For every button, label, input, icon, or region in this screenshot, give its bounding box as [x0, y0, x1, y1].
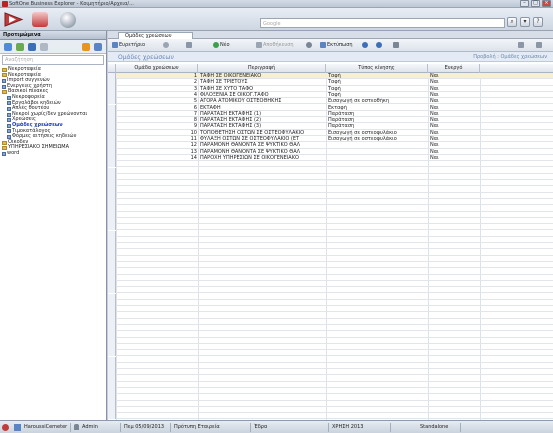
nav-first-button[interactable]	[362, 42, 368, 48]
document-icon	[7, 95, 11, 100]
data-grid: Ομάδα χρεώσεων Περιγραφή Τύπος κίνησης Ενερ…	[108, 64, 553, 420]
document-icon	[7, 106, 11, 111]
status-company: Πρότυπη Εταιρεία	[174, 424, 220, 430]
document-icon	[2, 84, 6, 89]
db-icon	[14, 424, 21, 431]
tab-charge-groups[interactable]: Ομάδες χρεώσεων	[118, 32, 193, 39]
new-icon	[213, 42, 219, 48]
modules-button[interactable]	[32, 12, 48, 27]
title-bar: SoftOne Business Explorer - Κοιμητήριο/Α…	[0, 0, 553, 8]
list-icon[interactable]	[94, 43, 102, 51]
globe-icon[interactable]	[60, 12, 76, 28]
refresh-icon	[306, 42, 312, 48]
toolbar: Ευρετήριο Νέο Αποθήκευση Εκτύπωση	[108, 39, 553, 52]
status-db: HaroussiCemeter	[24, 424, 68, 430]
main-panel: Ομάδες χρεώσεων Ευρετήριο Νέο Αποθήκευση…	[108, 31, 553, 420]
status-user: Admin	[82, 424, 98, 430]
status-mode: Standalone	[420, 424, 449, 430]
folder-icon	[2, 90, 7, 95]
view-title: Ομάδες χρεώσεων	[118, 54, 174, 61]
status-bar: HaroussiCemeter Admin Πεμ 05/09/2013 Πρό…	[0, 420, 553, 433]
user-icon	[74, 424, 79, 430]
print-icon	[320, 42, 326, 48]
document-icon	[7, 112, 11, 117]
save-icon	[256, 42, 262, 48]
row-selector-header[interactable]	[108, 64, 116, 73]
tools-icon	[518, 42, 524, 48]
sidebar-toolbar	[0, 40, 106, 54]
column-header[interactable]: Ομάδα χρεώσεων	[116, 64, 198, 73]
add-icon[interactable]	[16, 43, 24, 51]
tools-button[interactable]	[518, 42, 524, 48]
sidebar-search-input[interactable]: Αναζήτηση	[2, 55, 104, 65]
minimize-button[interactable]: –	[520, 0, 529, 7]
document-icon	[7, 118, 11, 123]
nav-next-button[interactable]	[376, 42, 382, 48]
empty-row	[108, 413, 553, 420]
close-tab-button[interactable]	[536, 42, 542, 48]
first-icon	[362, 42, 368, 48]
export-button[interactable]	[393, 42, 399, 48]
home-icon	[163, 42, 169, 48]
row-selector	[108, 413, 116, 420]
print-button[interactable]: Εκτύπωση	[320, 42, 353, 48]
close-icon	[536, 42, 542, 48]
sidebar-title: Προτιμώμενα	[0, 31, 106, 40]
sidebar-item-label: word	[7, 149, 20, 156]
status-branch: Έδρα	[254, 424, 268, 430]
status-year: ΧΡΗΣΗ 2013	[332, 424, 364, 430]
sidebar-tree: Νεκροταφεία Νεκροταφεία Import συγγενών Ενε…	[0, 66, 106, 157]
softone-logo-icon[interactable]	[4, 12, 24, 27]
document-icon	[7, 101, 11, 106]
app-icon	[2, 1, 8, 7]
document-icon	[7, 123, 11, 128]
edit-icon[interactable]	[40, 43, 48, 51]
column-header[interactable]: Τύπος κίνησης	[326, 64, 428, 73]
window-controls: – □ ×	[520, 0, 551, 7]
status-date: Πεμ 05/09/2013	[124, 424, 165, 430]
settings-icon[interactable]: ▾	[520, 17, 530, 27]
column-header[interactable]: Περιγραφή	[198, 64, 326, 73]
document-icon	[2, 78, 6, 83]
export-icon	[393, 42, 399, 48]
search-icon[interactable]: ⌕	[507, 17, 517, 27]
window-title: SoftOne Business Explorer - Κοιμητήριο/Α…	[9, 1, 134, 7]
sidebar: Προτιμώμενα Αναζήτηση Νεκροταφεία Νεκροτα…	[0, 31, 107, 420]
grid-header: Ομάδα χρεώσεων Περιγραφή Τύπος κίνησης Ενερ…	[108, 64, 553, 73]
help-icon[interactable]: ?	[533, 17, 543, 27]
folder-icon	[2, 140, 7, 145]
index-button[interactable]: Ευρετήριο	[112, 42, 145, 48]
next-icon	[376, 42, 382, 48]
down-icon[interactable]	[28, 43, 36, 51]
refresh-button[interactable]	[306, 42, 312, 48]
view-name: Προβολή : Ομάδες χρεώσεων	[473, 54, 547, 60]
new-button[interactable]: Νέο	[213, 42, 230, 48]
search-input[interactable]: Google	[260, 18, 505, 28]
home-button[interactable]	[163, 42, 169, 48]
view-header: Ομάδες χρεώσεων Προβολή : Ομάδες χρεώσεω…	[108, 52, 553, 62]
index-icon	[112, 42, 118, 48]
close-button[interactable]: ×	[542, 0, 551, 7]
document-icon	[2, 151, 6, 156]
maximize-button[interactable]: □	[531, 0, 540, 7]
status-error-icon[interactable]	[2, 424, 9, 431]
save-button[interactable]: Αποθήκευση	[256, 42, 294, 48]
folder-icon	[2, 67, 7, 72]
ribbon: Google ⌕ ▾ ?	[0, 8, 553, 31]
filter-button[interactable]	[186, 42, 192, 48]
column-header[interactable]: Ενεργό	[428, 64, 480, 73]
back-icon[interactable]	[4, 43, 12, 51]
tab-strip: Ομάδες χρεώσεων	[108, 31, 553, 39]
document-icon	[7, 129, 11, 134]
filter-icon	[186, 42, 192, 48]
rss-icon[interactable]	[82, 43, 90, 51]
sidebar-item[interactable]: word	[1, 149, 106, 157]
